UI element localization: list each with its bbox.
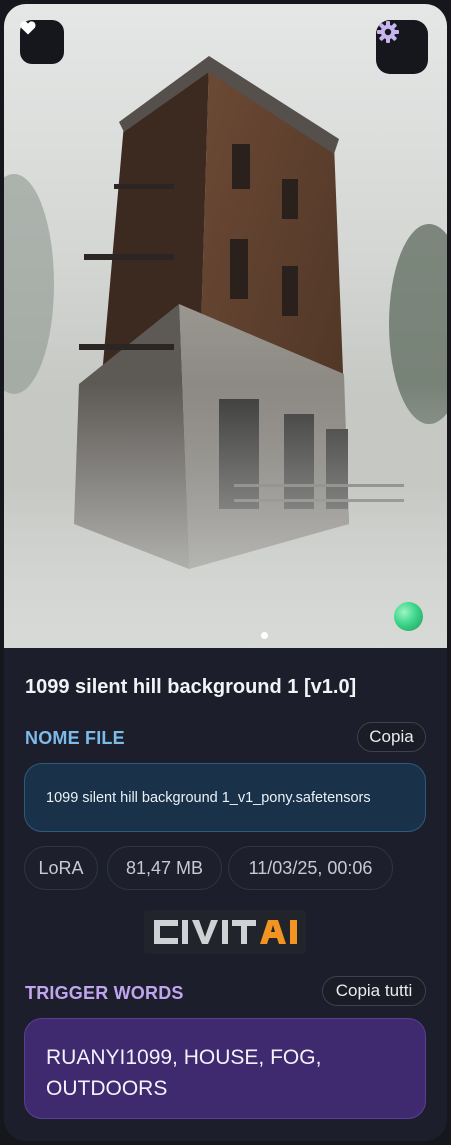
status-orb: [394, 602, 423, 631]
copy-all-button[interactable]: Copia tutti: [322, 976, 426, 1006]
trigger-words-text: RUANYI1099, HOUSE, FOG, OUTDOORS: [46, 1046, 322, 1100]
type-badge: LoRA: [24, 846, 98, 890]
civitai-logo[interactable]: [144, 910, 306, 954]
model-title: 1099 silent hill background 1 [v1.0]: [25, 676, 357, 698]
preview-image[interactable]: [4, 4, 447, 648]
trigger-words-box[interactable]: RUANYI1099, HOUSE, FOG, OUTDOORS: [24, 1018, 426, 1119]
filename-field[interactable]: 1099 silent hill background 1_v1_pony.sa…: [24, 763, 426, 832]
model-card: 1099 silent hill background 1 [v1.0] NOM…: [4, 4, 447, 1141]
favorite-button[interactable]: [20, 20, 64, 64]
preview-illustration: [4, 56, 447, 648]
copy-filename-button[interactable]: Copia: [357, 722, 426, 752]
size-badge: 81,47 MB: [107, 846, 222, 890]
settings-button[interactable]: [376, 20, 428, 74]
civitai-wordmark: [154, 920, 297, 944]
file-section-label: NOME FILE: [25, 728, 125, 748]
date-badge: 11/03/25, 00:06: [228, 846, 393, 890]
trigger-section-label: TRIGGER WORDS: [25, 983, 184, 1003]
carousel-dot[interactable]: [261, 632, 268, 639]
gear-icon: [377, 21, 399, 43]
filename-text: 1099 silent hill background 1_v1_pony.sa…: [46, 789, 371, 806]
heart-icon: [20, 21, 36, 35]
